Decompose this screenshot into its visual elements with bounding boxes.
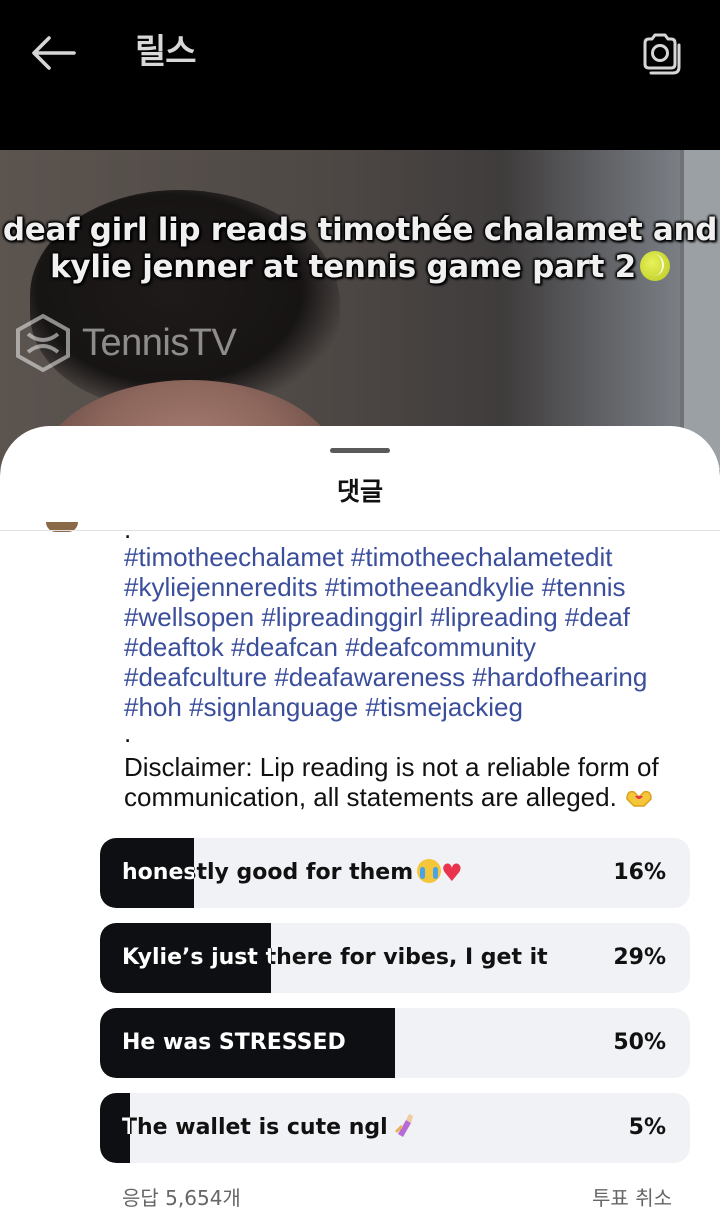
video-caption-line2: kylie jenner at tennis game part 2: [50, 249, 636, 285]
poll-option-label: The wallet is cute ngl: [122, 1093, 130, 1163]
hashtag-list: #timotheechalamet #timotheechalametedit …: [124, 542, 684, 722]
tennistv-watermark: TennisTV: [10, 310, 237, 376]
poll-percent: 5%: [628, 1115, 666, 1140]
caption-dot: .: [124, 514, 132, 544]
hashtag-link[interactable]: #deaftok: [124, 632, 224, 662]
poll-label-overlay: honestly good for them♥: [100, 838, 194, 908]
page-title: 릴스: [135, 32, 197, 72]
poll-option-text: The wallet is cute ngl: [122, 1115, 130, 1140]
votes-count: 응답 5,654개: [122, 1186, 241, 1210]
hashtag-link[interactable]: #timotheechalametedit: [351, 542, 613, 572]
disclaimer-label: Disclaimer: Lip reading is not a reliabl…: [124, 752, 659, 812]
caption-dot: .: [124, 718, 132, 748]
hashtag-link[interactable]: #timotheechalamet: [124, 542, 344, 572]
poll-option[interactable]: The wallet is cute nglThe wallet is cute…: [100, 1093, 690, 1163]
poll-option[interactable]: honestly good for them♥honestly good for…: [100, 838, 690, 908]
top-app-bar: 릴스: [0, 0, 720, 150]
hashtag-link[interactable]: #lipreading: [430, 602, 557, 632]
video-caption-line1: deaf girl lip reads timothée chalamet an…: [2, 212, 718, 248]
hashtag-link[interactable]: #lipreadinggirl: [261, 602, 423, 632]
poll-option-label: He was STRESSED: [122, 1008, 346, 1078]
hashtag-link[interactable]: #wellsopen: [124, 602, 254, 632]
nail-polish-icon: [394, 1114, 413, 1137]
hashtag-link[interactable]: #hardofhearing: [472, 662, 647, 692]
hashtag-link[interactable]: #deafawareness: [274, 662, 465, 692]
video-background-door: [680, 150, 720, 470]
hashtag-link[interactable]: #timotheeandkylie: [325, 572, 535, 602]
back-button[interactable]: [28, 30, 78, 76]
poll-option-label: The wallet is cute ngl: [122, 1093, 418, 1163]
cancel-vote-button[interactable]: 투표 취소: [592, 1182, 672, 1211]
sheet-title: 댓글: [336, 477, 383, 506]
poll-option-label: honestly good for them♥: [122, 838, 194, 908]
comments-sheet: 댓글 . #timotheechalamet #timotheechalamet…: [0, 426, 720, 1224]
hashtag-link[interactable]: #kyliejenneredits: [124, 572, 318, 602]
tennistv-logo-icon: [16, 313, 70, 373]
hashtag-link[interactable]: #tennis: [542, 572, 626, 602]
hashtag-link[interactable]: #hoh: [124, 692, 182, 722]
post-caption: . #timotheechalamet #timotheechalametedi…: [124, 514, 684, 812]
poll-percent: 50%: [613, 1030, 666, 1055]
video-caption: deaf girl lip reads timothée chalamet an…: [0, 212, 720, 286]
hashtag-link[interactable]: #signlanguage: [189, 692, 358, 722]
hashtag-link[interactable]: #deafcommunity: [345, 632, 536, 662]
camera-icon: [643, 33, 681, 75]
watermark-text: TennisTV: [82, 321, 237, 364]
poll-footer: 응답 5,654개 투표 취소: [122, 1182, 672, 1214]
drag-handle[interactable]: [330, 448, 390, 453]
poll-option-text: honestly good for them: [122, 860, 194, 885]
poll-option-text: Kylie’s just there for vibes, I get it: [122, 945, 271, 970]
hashtag-link[interactable]: #deaf: [565, 602, 630, 632]
tennis-ball-icon: [639, 251, 670, 281]
poll-percent: 29%: [613, 945, 666, 970]
poll-option-text: The wallet is cute ngl: [122, 1115, 388, 1140]
arrow-left-icon: [32, 36, 76, 70]
poll-label-overlay: He was STRESSED: [100, 1008, 395, 1078]
poll: honestly good for them♥honestly good for…: [100, 838, 690, 1178]
camera-button[interactable]: [634, 30, 686, 78]
crying-face-icon: [417, 859, 442, 883]
poll-option-label: Kylie’s just there for vibes, I get it: [122, 923, 271, 993]
poll-option[interactable]: Kylie’s just there for vibes, I get it Ky…: [100, 923, 690, 993]
disclaimer-text: Disclaimer: Lip reading is not a reliabl…: [124, 752, 684, 812]
poll-option-text: He was STRESSED: [122, 1030, 346, 1055]
poll-label-overlay: Kylie’s just there for vibes, I get it: [100, 923, 271, 993]
heart-hands-icon: [626, 790, 652, 807]
poll-option[interactable]: He was STRESSED He was STRESSED 50%: [100, 1008, 690, 1078]
poll-label-overlay: The wallet is cute ngl: [100, 1093, 130, 1163]
reel-video[interactable]: deaf girl lip reads timothée chalamet an…: [0, 150, 720, 470]
hashtag-link[interactable]: #tismejackieg: [365, 692, 523, 722]
hashtag-link[interactable]: #deafcan: [231, 632, 338, 662]
red-heart-icon: ♥: [441, 859, 463, 887]
hashtag-link[interactable]: #deafculture: [124, 662, 267, 692]
poll-percent: 16%: [613, 860, 666, 885]
